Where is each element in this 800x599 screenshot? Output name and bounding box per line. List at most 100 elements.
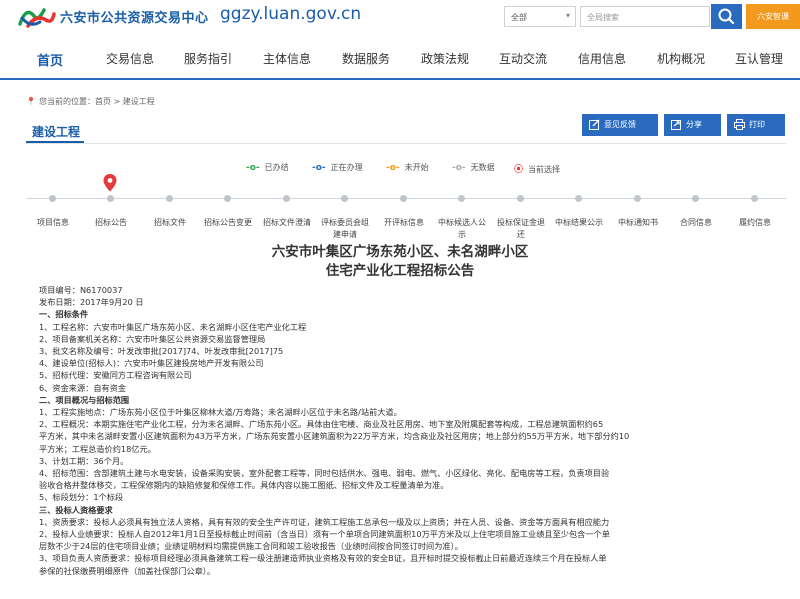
nav-item-home[interactable]: 首页 bbox=[37, 50, 63, 69]
feedback-button[interactable]: 意见反馈 bbox=[582, 114, 658, 136]
legend-not-started-marker: -o- bbox=[386, 163, 400, 173]
nav-item-mutual[interactable]: 互认管理 bbox=[735, 50, 783, 67]
print-button[interactable]: 打印 bbox=[727, 114, 785, 136]
doc-line: 1、资质要求：投标人必须具有独立法人资格，具有有效的安全生产许可证，建筑工程施工… bbox=[39, 516, 610, 527]
search-input[interactable]: 全局搜索 bbox=[580, 6, 710, 27]
nav-item-interaction[interactable]: 互动交流 bbox=[499, 50, 547, 67]
doc-line: 3、计划工期：36个月。 bbox=[39, 455, 129, 466]
nav-item-about[interactable]: 机构概况 bbox=[657, 50, 705, 67]
doc-line: 3、项目负责人资质要求：投标项目经理必须具备建筑工程一级注册建造师执业资格及有效… bbox=[39, 553, 607, 564]
legend-done-marker: -o- bbox=[246, 163, 260, 173]
search-scope-value: 全部 bbox=[511, 13, 527, 22]
doc-heading: 二、项目概况与招标范围 bbox=[39, 394, 130, 405]
step-performance[interactable]: 履约信息 bbox=[730, 217, 780, 229]
chevron-down-icon: ▾ bbox=[565, 11, 570, 20]
step-contract[interactable]: 合同信息 bbox=[671, 217, 721, 229]
legend-done: -o- 已办结 bbox=[246, 162, 289, 173]
current-step-pin-icon bbox=[103, 174, 117, 192]
nav-item-policy[interactable]: 政策法规 bbox=[421, 50, 469, 67]
timeline-dot[interactable] bbox=[634, 195, 641, 202]
breadcrumb-text: 您当前的位置：首页 > 建设工程 bbox=[38, 97, 155, 106]
legend-done-label: 已办结 bbox=[264, 163, 289, 172]
doc-line: 6、资金来源：自有资金 bbox=[39, 382, 127, 393]
site-header: 六安市公共资源交易中心 ggzy.luan.gov.cn 全部 ▾ 全局搜索 六… bbox=[0, 0, 800, 36]
document-title-line-2: 住宅产业化工程招标公告 bbox=[325, 263, 475, 279]
nav-item-data-service[interactable]: 数据服务 bbox=[342, 50, 390, 67]
doc-line: 参保的社保缴费明细原件（加盖社保部门公章）。 bbox=[39, 565, 216, 576]
doc-line: 验收合格并整体移交，工程保修期内的缺陷修复和保修工作。具体内容以施工图纸、招标文… bbox=[39, 480, 449, 491]
legend-current: ⦿ 当前选择 bbox=[514, 162, 560, 175]
step-project-info[interactable]: 项目信息 bbox=[28, 217, 78, 229]
legend-current-marker: ⦿ bbox=[514, 165, 524, 175]
timeline-dot[interactable] bbox=[400, 195, 407, 202]
step-notice-change[interactable]: 招标公告变更 bbox=[203, 217, 253, 229]
step-bid-opening[interactable]: 开评标信息 bbox=[379, 217, 429, 229]
breadcrumb: 📍 您当前的位置：首页 > 建设工程 bbox=[26, 96, 155, 107]
print-label: 打印 bbox=[749, 120, 765, 129]
printer-icon bbox=[734, 119, 745, 130]
search-scope-select[interactable]: 全部 ▾ bbox=[504, 6, 576, 27]
timeline-dot[interactable] bbox=[166, 195, 173, 202]
nav-item-trade-info[interactable]: 交易信息 bbox=[106, 50, 154, 67]
nav-item-entity-info[interactable]: 主体信息 bbox=[263, 50, 311, 67]
doc-line: 平方米，其中未名湖畔安置小区建筑面积为43万平方米，广场东苑安置小区建筑面积为2… bbox=[39, 431, 630, 442]
doc-line: 平方米；工程总造价约18亿元。 bbox=[39, 443, 156, 454]
doc-line: 4、招标范围：含部建筑土建与水电安装，设备采购安装，室外配套工程等，同时包括供水… bbox=[39, 468, 610, 479]
legend-current-label: 当前选择 bbox=[528, 165, 561, 174]
timeline-dot[interactable] bbox=[458, 195, 465, 202]
feedback-label: 意见反馈 bbox=[604, 120, 636, 129]
legend-no-data-marker: -o- bbox=[452, 163, 466, 173]
timeline-dot[interactable] bbox=[692, 195, 699, 202]
legend-not-started: -o- 未开始 bbox=[386, 162, 429, 173]
location-pin-icon: 📍 bbox=[26, 97, 36, 106]
timeline-dot[interactable] bbox=[575, 195, 582, 202]
share-label: 分享 bbox=[686, 120, 702, 129]
timeline-dot[interactable] bbox=[283, 195, 290, 202]
search-button[interactable] bbox=[711, 4, 742, 29]
step-award-notice[interactable]: 中标通知书 bbox=[613, 217, 663, 229]
edit-icon bbox=[589, 119, 600, 130]
login-button[interactable]: 六安智课 bbox=[746, 4, 800, 29]
timeline-dot[interactable] bbox=[49, 195, 56, 202]
doc-line: 2、项目备案机关名称：六安市叶集区公共资源交易监督管理局 bbox=[39, 333, 266, 344]
nav-item-credit[interactable]: 信用信息 bbox=[578, 50, 626, 67]
doc-line: 2、投标人业绩要求：投标人自2012年1月1日至投标截止时间前（含当日）须有一个… bbox=[39, 529, 610, 540]
step-deposit-refund[interactable]: 投标保证金退还 bbox=[496, 217, 546, 241]
doc-heading: 一、招标条件 bbox=[39, 309, 89, 320]
doc-line: 项目编号：N6170037 bbox=[39, 285, 123, 295]
share-button[interactable]: 分享 bbox=[664, 114, 721, 136]
main-nav: 首页 交易信息 服务指引 主体信息 数据服务 政策法规 互动交流 信用信息 机构… bbox=[0, 40, 800, 78]
legend-no-data: -o- 无数据 bbox=[452, 162, 495, 173]
step-candidates[interactable]: 中标候选人公示 bbox=[437, 217, 487, 241]
doc-line: 2、工程概况：本期实施住宅产业化工程，分为未名湖畔、广场东苑小区。具体由住宅楼、… bbox=[39, 419, 604, 430]
doc-line: 1、工程实施地点：广场东苑小区位于叶集区柳林大道/万寿路；未名湖畔小区位于未名路… bbox=[39, 407, 402, 418]
step-tender-docs[interactable]: 招标文件 bbox=[145, 217, 195, 229]
nav-item-service-guide[interactable]: 服务指引 bbox=[184, 50, 232, 67]
legend-in-progress: -o- 正在办理 bbox=[312, 162, 363, 173]
section-divider bbox=[26, 143, 786, 144]
step-tender-notice[interactable]: 招标公告 bbox=[86, 217, 136, 229]
site-name: 六安市公共资源交易中心 bbox=[60, 11, 209, 26]
step-committee[interactable]: 评标委员会组建申请 bbox=[320, 217, 370, 241]
doc-line: 1、工程名称：六安市叶集区广场东苑小区、未名湖畔小区住宅产业化工程 bbox=[39, 321, 307, 332]
doc-line: 4、建设单位(招标人)：六安市叶集区建投房地产开发有限公司 bbox=[39, 358, 264, 369]
timeline-dot[interactable] bbox=[341, 195, 348, 202]
step-result[interactable]: 中标结果公示 bbox=[554, 217, 604, 229]
site-logo-icon[interactable] bbox=[16, 4, 56, 30]
search-icon bbox=[718, 8, 735, 25]
doc-line: 层数不少于24层的住宅项目业绩；业绩证明材料均需提供施工合同和竣工验收报告（业绩… bbox=[39, 541, 463, 552]
legend-not-started-label: 未开始 bbox=[404, 163, 429, 172]
timeline-dot[interactable] bbox=[517, 195, 524, 202]
timeline-dot[interactable] bbox=[751, 195, 758, 202]
site-domain: ggzy.luan.gov.cn bbox=[220, 4, 362, 24]
timeline-dot[interactable] bbox=[107, 195, 114, 202]
legend-no-data-label: 无数据 bbox=[470, 163, 495, 172]
doc-line: 5、招标代理：安徽同方工程咨询有限公司 bbox=[39, 370, 192, 381]
legend-in-progress-label: 正在办理 bbox=[330, 163, 363, 172]
nav-divider bbox=[0, 78, 800, 80]
doc-line: 发布日期：2017年9月20 日 bbox=[39, 297, 144, 308]
timeline-dot[interactable] bbox=[224, 195, 231, 202]
doc-line: 5、标段划分：1个标段 bbox=[39, 492, 124, 503]
step-docs-clarify[interactable]: 招标文件澄清 bbox=[262, 217, 312, 229]
legend-in-progress-marker: -o- bbox=[312, 163, 326, 173]
